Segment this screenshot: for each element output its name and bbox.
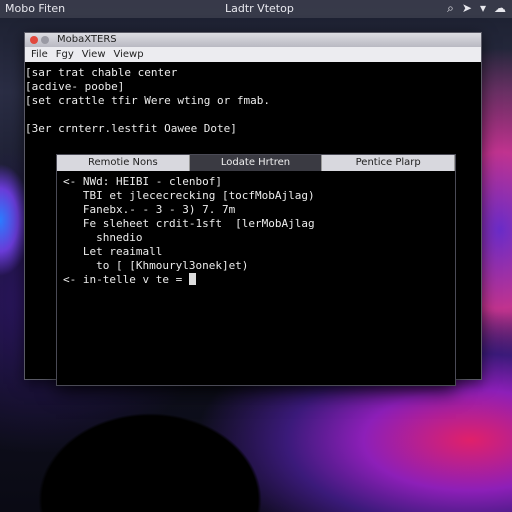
search-icon[interactable]: ⌕ <box>447 1 454 16</box>
terminal-line: <- NWd: HEIBI - clenbof] <box>63 175 222 188</box>
minimize-button[interactable] <box>41 36 49 44</box>
tab-bar: Remotie Nons Lodate Hrtren Pentice Plarp <box>57 155 456 171</box>
terminal-line: Fe sleheet crdit-1sft [lerMobAjlag <box>63 217 315 230</box>
terminal-line: [3er crnterr.lestfit Oawee Dote] <box>25 122 237 135</box>
front-terminal-window[interactable]: Remotie Nons Lodate Hrtren Pentice Plarp… <box>56 154 456 386</box>
terminal-line: Let reaimall <box>63 245 163 258</box>
cloud-icon[interactable]: ☁ <box>494 1 506 16</box>
menubar-status-icons: ⌕ ➤ ▾ ☁ <box>447 1 506 16</box>
menu-item-edit[interactable]: Fgy <box>56 49 74 60</box>
front-terminal-output[interactable]: <- NWd: HEIBI - clenbof] TBI et jlececre… <box>57 171 455 287</box>
text-cursor <box>188 273 196 285</box>
close-button[interactable] <box>30 36 38 44</box>
back-window-menu: File Fgy View Viewp <box>25 47 481 62</box>
terminal-line: TBI et jlececrecking [tocfMobAjlag) <box>63 189 315 202</box>
back-terminal-output[interactable]: [sar trat chable center [acdive- poobe] … <box>25 62 481 136</box>
location-icon[interactable]: ➤ <box>462 1 472 16</box>
terminal-line: [set crattle tfir Were wting or fmab. <box>25 94 271 107</box>
menu-item-view[interactable]: View <box>82 49 106 60</box>
terminal-line: shnedio <box>63 231 143 244</box>
back-window-titlebar[interactable]: MobaXTERS <box>25 33 481 47</box>
back-window-title: MobaXTERS <box>57 34 117 45</box>
tab-lodate-hrtren[interactable]: Lodate Hrtren <box>189 155 323 171</box>
terminal-line: [sar trat chable center <box>25 66 178 79</box>
tab-pentice-plarp[interactable]: Pentice Plarp <box>322 155 456 171</box>
terminal-line: Fanebx.- - 3 - 3) 7. 7m <box>63 203 236 216</box>
wifi-icon[interactable]: ▾ <box>480 1 486 16</box>
menubar-title: Ladtr Vtetop <box>225 2 294 15</box>
system-menu-bar: Mobo Fiten Ladtr Vtetop ⌕ ➤ ▾ ☁ <box>0 0 512 18</box>
terminal-line: [acdive- poobe] <box>25 80 125 93</box>
menu-item-file[interactable]: File <box>31 49 48 60</box>
menubar-app-name[interactable]: Mobo Fiten <box>5 2 65 15</box>
terminal-prompt-line[interactable]: <- in-telle v te = <box>63 273 455 287</box>
tab-remote-nons[interactable]: Remotie Nons <box>57 155 190 171</box>
menu-item-help[interactable]: Viewp <box>114 49 144 60</box>
terminal-prompt-text: <- in-telle v te = <box>63 273 189 286</box>
terminal-line: to [ [Khmouryl3onek]et) <box>63 259 249 272</box>
